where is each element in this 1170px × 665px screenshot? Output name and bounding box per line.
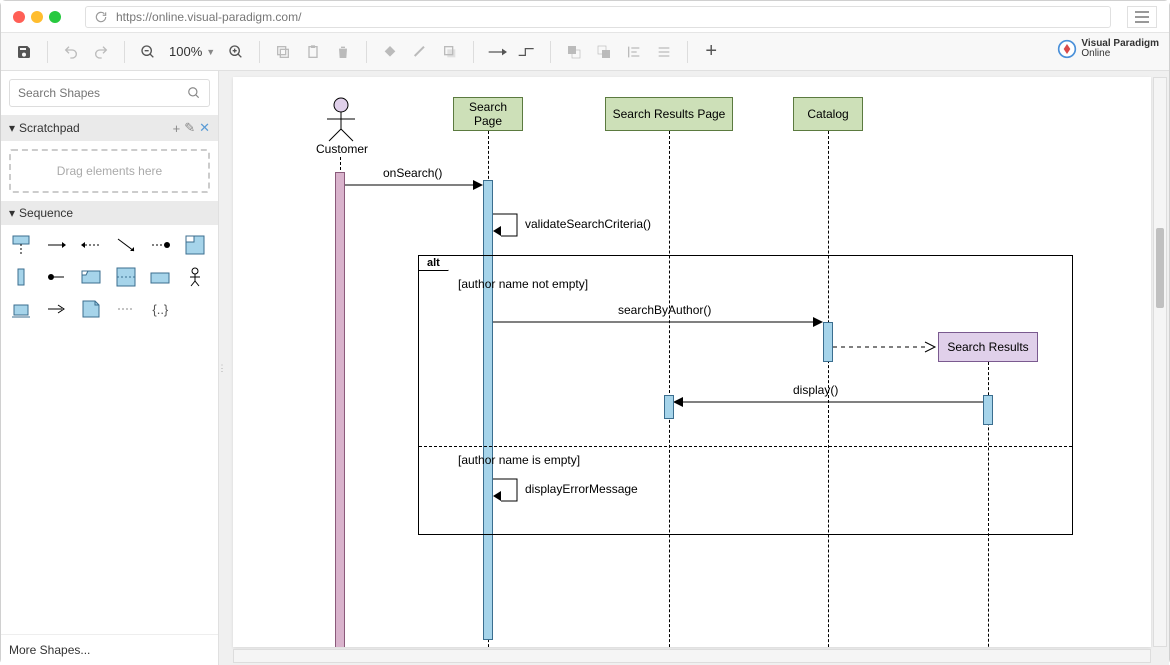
shape-continuation[interactable] (114, 297, 138, 321)
shape-object[interactable] (148, 265, 172, 289)
scroll-thumb[interactable] (1156, 228, 1164, 308)
copy-button[interactable] (270, 39, 296, 65)
separator (473, 41, 474, 63)
alt-separator (419, 446, 1072, 447)
scratchpad-header[interactable]: ▾ Scratchpad + ✎ ✕ (1, 115, 218, 141)
label-search-by-author: searchByAuthor() (618, 303, 711, 317)
activation-results-page[interactable] (664, 395, 674, 419)
side-panel: ▾ Scratchpad + ✎ ✕ Drag elements here ▾ … (1, 71, 219, 665)
add-button[interactable]: + (698, 39, 724, 65)
distribute-button[interactable] (651, 39, 677, 65)
more-shapes-link[interactable]: More Shapes... (1, 634, 218, 665)
shape-return[interactable] (79, 233, 103, 257)
separator (259, 41, 260, 63)
shape-activation[interactable] (9, 265, 33, 289)
shape-message[interactable] (44, 233, 68, 257)
shape-entity[interactable] (9, 297, 33, 321)
shape-async[interactable] (44, 297, 68, 321)
diagram-canvas[interactable]: Customer Search Page Search Results Page… (233, 77, 1151, 647)
brand-logo: Visual ParadigmOnline (1057, 39, 1159, 59)
separator (687, 41, 688, 63)
search-shapes[interactable] (9, 79, 210, 107)
zoom-out-button[interactable] (135, 39, 161, 65)
url-bar[interactable]: https://online.visual-paradigm.com/ (85, 6, 1111, 28)
stroke-button[interactable] (407, 39, 433, 65)
alt-label: alt (418, 255, 449, 271)
shape-self[interactable] (44, 265, 68, 289)
redo-button[interactable] (88, 39, 114, 65)
separator (366, 41, 367, 63)
message-validate[interactable] (493, 212, 523, 242)
shape-note[interactable] (79, 297, 103, 321)
align-button[interactable] (621, 39, 647, 65)
zoom-level[interactable]: 100% ▼ (165, 44, 219, 59)
shape-lost[interactable] (148, 233, 172, 257)
waypoint-button[interactable] (514, 39, 540, 65)
close-scratch-icon[interactable]: ✕ (199, 120, 210, 136)
search-icon (187, 86, 201, 100)
shape-ref[interactable] (79, 265, 103, 289)
activation-customer[interactable] (335, 172, 345, 647)
chevron-down-icon: ▾ (9, 206, 15, 220)
shape-palette: {..} (1, 225, 218, 329)
label-display: display() (793, 383, 838, 397)
horizontal-scrollbar[interactable] (233, 649, 1151, 663)
message-onsearch[interactable] (345, 180, 485, 190)
shape-alt[interactable] (114, 265, 138, 289)
undo-button[interactable] (58, 39, 84, 65)
message-display[interactable] (673, 397, 985, 407)
window-max-dot[interactable] (49, 11, 61, 23)
connector-button[interactable] (484, 39, 510, 65)
guard-empty: [author name is empty] (458, 453, 580, 467)
menu-button[interactable] (1127, 6, 1157, 28)
search-results-object[interactable]: Search Results (938, 332, 1038, 362)
label-onsearch: onSearch() (383, 166, 442, 180)
shape-constraint[interactable]: {..} (148, 297, 172, 321)
separator (550, 41, 551, 63)
paste-button[interactable] (300, 39, 326, 65)
lifeline-head-results-page[interactable]: Search Results Page (605, 97, 733, 131)
activation-catalog[interactable] (823, 322, 833, 362)
to-front-button[interactable] (561, 39, 587, 65)
actor-label: Customer (316, 142, 368, 156)
main-toolbar: 100% ▼ + Visual ParadigmOnline (1, 33, 1169, 71)
lifeline-head-catalog[interactable]: Catalog (793, 97, 863, 131)
add-scratch-icon[interactable]: + (173, 121, 181, 136)
shape-actor[interactable] (183, 265, 207, 289)
message-display-error[interactable] (493, 477, 523, 507)
shape-found[interactable] (114, 233, 138, 257)
vertical-scrollbar[interactable] (1153, 77, 1167, 647)
fill-button[interactable] (377, 39, 403, 65)
refresh-icon (94, 10, 108, 24)
message-search-by-author[interactable] (493, 317, 825, 327)
drag-zone[interactable]: Drag elements here (9, 149, 210, 193)
search-shapes-input[interactable] (18, 86, 187, 100)
brand-icon (1057, 39, 1077, 59)
chevron-down-icon: ▾ (9, 121, 15, 135)
separator (124, 41, 125, 63)
lifeline-head-search-page[interactable]: Search Page (453, 97, 523, 131)
actor-icon[interactable] (321, 97, 361, 141)
label-display-error: displayErrorMessage (525, 482, 638, 496)
message-create-results[interactable] (833, 342, 938, 352)
separator (47, 41, 48, 63)
delete-button[interactable] (330, 39, 356, 65)
save-button[interactable] (11, 39, 37, 65)
window-close-dot[interactable] (13, 11, 25, 23)
shadow-button[interactable] (437, 39, 463, 65)
window-min-dot[interactable] (31, 11, 43, 23)
sequence-header[interactable]: ▾ Sequence (1, 201, 218, 225)
to-back-button[interactable] (591, 39, 617, 65)
shape-frame[interactable] (183, 233, 207, 257)
url-text: https://online.visual-paradigm.com/ (116, 10, 301, 24)
zoom-in-button[interactable] (223, 39, 249, 65)
shape-lifeline[interactable] (9, 233, 33, 257)
guard-not-empty: [author name not empty] (458, 277, 588, 291)
edit-scratch-icon[interactable]: ✎ (184, 120, 195, 136)
label-validate: validateSearchCriteria() (525, 217, 651, 231)
